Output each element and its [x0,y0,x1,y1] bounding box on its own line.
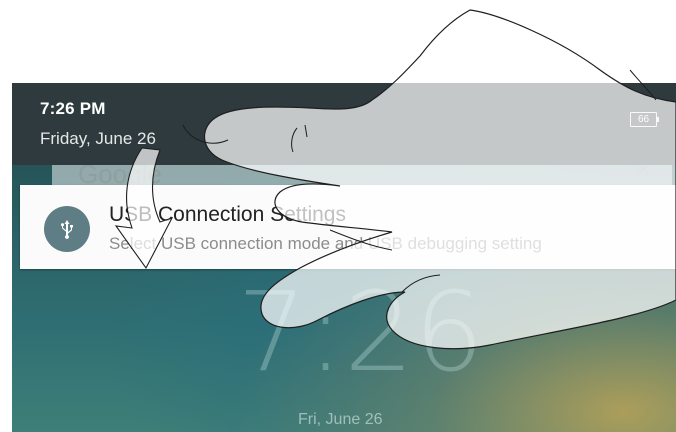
usb-icon [44,206,90,252]
status-date[interactable]: Friday, June 26 [40,129,156,149]
status-time: 7:26 PM [40,99,106,118]
notification-title: USB Connection Settings [109,203,346,226]
notification-body: Select USB connection mode and USB debug… [109,234,542,253]
search-bar[interactable]: Google ✕ [52,157,672,189]
device-screen: 7:26 Fri, June 26 Google ✕ 7:26 PM Frida… [12,83,676,432]
battery-icon: 66 [630,112,659,127]
usb-notification[interactable]: USB Connection Settings Select USB conne… [20,185,676,269]
lock-date: Fri, June 26 [298,411,383,428]
lock-clock: 7:26 [237,268,485,396]
notification-header: 7:26 PM Friday, June 26 66 [12,83,676,165]
